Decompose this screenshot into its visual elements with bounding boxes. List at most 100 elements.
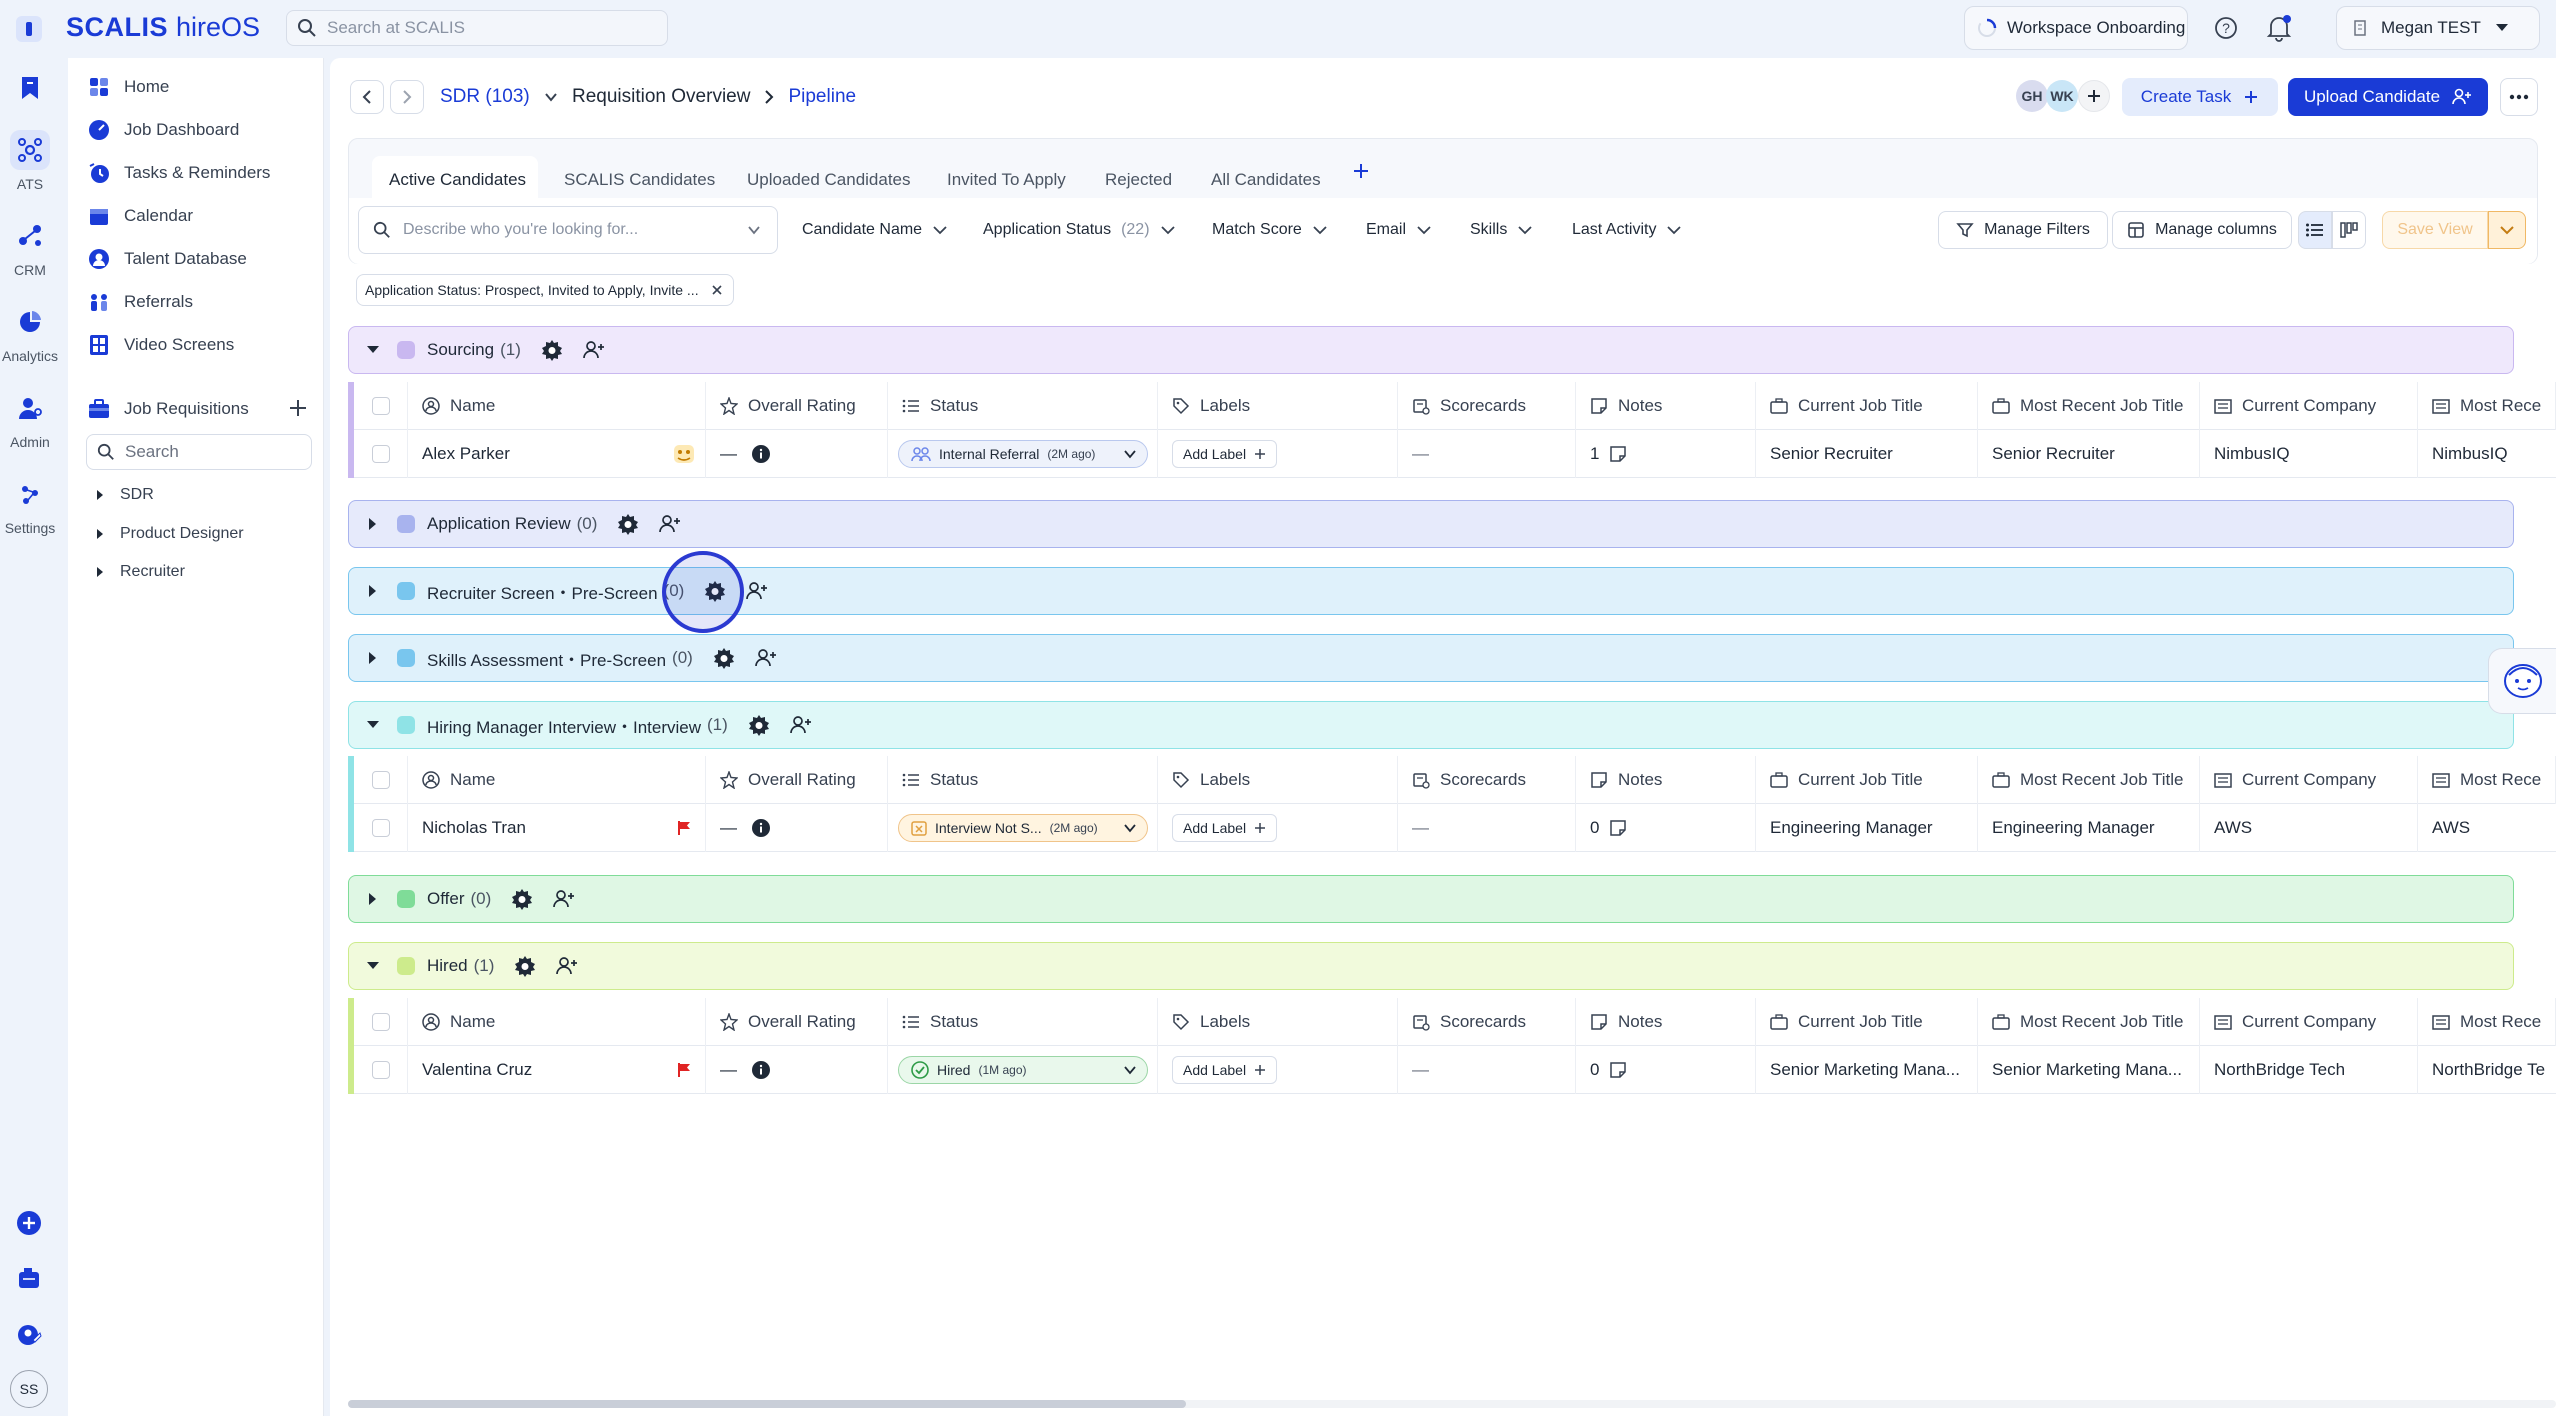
column-header-most-recent-job-title[interactable]: Most Recent Job Title [1978, 382, 2200, 430]
column-header-most-recent-company[interactable]: Most Rece [2418, 382, 2556, 430]
forward-button[interactable] [390, 80, 424, 114]
column-header-notes[interactable]: Notes [1576, 998, 1756, 1046]
save-view-button[interactable]: Save View [2382, 211, 2488, 249]
tab-scalis-candidates[interactable]: SCALIS Candidates [564, 160, 715, 200]
add-user-icon[interactable] [659, 514, 681, 534]
notification-bell-icon[interactable] [2266, 14, 2292, 42]
column-header-overall-rating[interactable]: Overall Rating [706, 998, 888, 1046]
column-header-labels[interactable]: Labels [1158, 756, 1398, 804]
candidate-name[interactable]: Alex Parker [408, 430, 706, 478]
message-icon[interactable] [16, 1266, 42, 1292]
column-header-overall-rating[interactable]: Overall Rating [706, 756, 888, 804]
column-header-scorecards[interactable]: Scorecards [1398, 998, 1576, 1046]
requisition-item-product-designer[interactable]: Product Designer [96, 525, 244, 543]
user-menu-button[interactable]: Megan TEST [2336, 6, 2540, 50]
column-header-current-job-title[interactable]: Current Job Title [1756, 382, 1978, 430]
breadcrumb-pipeline[interactable]: Pipeline [788, 86, 856, 108]
filter-skills[interactable]: Skills [1470, 218, 1533, 242]
add-member-button[interactable] [2078, 80, 2110, 112]
add-label-button[interactable]: Add Label [1172, 814, 1278, 842]
workspace-onboarding-button[interactable]: Workspace Onboarding [1964, 6, 2188, 50]
sidebar-toggle-icon[interactable] [16, 16, 42, 42]
filter-match-score[interactable]: Match Score [1212, 218, 1328, 242]
filter-application-status[interactable]: Application Status (22) [983, 218, 1176, 242]
table-row[interactable]: Alex Parker — Internal Referral (2M ago) Add… [354, 430, 2556, 478]
user-avatar[interactable]: SS [10, 1370, 48, 1408]
stage-header[interactable]: Skills Assessment・Pre-Screen (0) [348, 634, 2514, 682]
row-checkbox[interactable] [354, 804, 408, 852]
filter-email[interactable]: Email [1366, 218, 1432, 242]
add-user-icon[interactable] [556, 956, 578, 976]
rail-item-bookmark[interactable] [0, 68, 60, 108]
global-search-input[interactable]: Search at SCALIS [286, 10, 668, 46]
manage-columns-button[interactable]: Manage columns [2112, 211, 2292, 249]
column-header-most-recent-job-title[interactable]: Most Recent Job Title [1978, 756, 2200, 804]
column-header-scorecards[interactable]: Scorecards [1398, 756, 1576, 804]
column-header-status[interactable]: Status [888, 756, 1158, 804]
more-options-button[interactable] [2500, 78, 2538, 116]
column-header-current-company[interactable]: Current Company [2200, 382, 2418, 430]
ai-search-input[interactable]: Describe who you're looking for... [358, 206, 778, 254]
app-logo[interactable]: SCALIS hireOS [66, 12, 260, 43]
notes-cell[interactable]: 1 [1576, 430, 1756, 478]
notes-cell[interactable]: 0 [1576, 1046, 1756, 1094]
column-header-name[interactable]: Name [408, 998, 706, 1046]
tab-active-candidates[interactable]: Active Candidates [389, 160, 526, 200]
filter-last-activity[interactable]: Last Activity [1572, 218, 1682, 242]
column-header-current-job-title[interactable]: Current Job Title [1756, 998, 1978, 1046]
column-header-most-recent-company[interactable]: Most Rece [2418, 998, 2556, 1046]
info-icon[interactable] [751, 1060, 771, 1080]
info-icon[interactable] [751, 818, 771, 838]
add-label-button[interactable]: Add Label [1172, 440, 1278, 468]
column-header-current-company[interactable]: Current Company [2200, 756, 2418, 804]
create-task-button[interactable]: Create Task [2122, 78, 2278, 116]
back-button[interactable] [350, 80, 384, 114]
tab-rejected[interactable]: Rejected [1105, 160, 1172, 200]
add-user-icon[interactable] [746, 581, 768, 601]
column-header-status[interactable]: Status [888, 998, 1158, 1046]
scrollbar-thumb[interactable] [348, 1400, 1186, 1408]
sidebar-job-requisitions[interactable]: Job Requisitions [86, 396, 249, 422]
column-header-labels[interactable]: Labels [1158, 998, 1398, 1046]
active-filter-chip[interactable]: Application Status: Prospect, Invited to… [356, 274, 734, 306]
stage-header[interactable]: Application Review (0) [348, 500, 2514, 548]
gear-icon[interactable] [541, 339, 563, 361]
status-dropdown[interactable]: Internal Referral (2M ago) [898, 440, 1148, 468]
requisition-search-input[interactable]: Search [86, 434, 312, 470]
manage-filters-button[interactable]: Manage Filters [1938, 211, 2108, 249]
caret-down-icon[interactable] [349, 345, 397, 355]
list-view-toggle[interactable] [2298, 211, 2332, 249]
status-dropdown[interactable]: Hired (1M ago) [898, 1056, 1148, 1084]
rail-item-ats[interactable]: ATS [0, 130, 60, 192]
rail-item-settings[interactable]: Settings [0, 474, 60, 536]
table-row[interactable]: Nicholas Tran — Interview Not S... (2M ago)… [354, 804, 2556, 852]
board-view-toggle[interactable] [2332, 211, 2366, 249]
column-header-notes[interactable]: Notes [1576, 382, 1756, 430]
sidebar-item-tasks[interactable]: Tasks & Reminders [86, 160, 270, 186]
gear-icon[interactable] [514, 955, 536, 977]
select-all-checkbox[interactable] [354, 756, 408, 804]
add-requisition-icon[interactable] [288, 398, 308, 418]
rail-item-admin[interactable]: Admin [0, 388, 60, 450]
sidebar-item-calendar[interactable]: Calendar [86, 203, 193, 229]
add-tab-icon[interactable] [1352, 162, 1370, 180]
requisition-item-recruiter[interactable]: Recruiter [96, 563, 185, 581]
caret-right-icon[interactable] [349, 892, 397, 906]
add-user-icon[interactable] [754, 648, 777, 668]
tab-invited-to-apply[interactable]: Invited To Apply [947, 160, 1066, 200]
select-all-checkbox[interactable] [354, 382, 408, 430]
stage-header[interactable]: Sourcing (1) [348, 326, 2514, 374]
stage-header[interactable]: Hired (1) [348, 942, 2514, 990]
rail-item-crm[interactable]: CRM [0, 216, 60, 278]
sidebar-item-home[interactable]: Home [86, 74, 169, 100]
candidate-name[interactable]: Valentina Cruz [408, 1046, 706, 1094]
gear-icon[interactable] [748, 714, 770, 736]
select-all-checkbox[interactable] [354, 998, 408, 1046]
add-circle-icon[interactable] [16, 1210, 42, 1236]
upload-candidate-button[interactable]: Upload Candidate [2288, 78, 2488, 116]
sidebar-item-video-screens[interactable]: Video Screens [86, 332, 234, 358]
close-icon[interactable] [711, 284, 723, 296]
caret-down-icon[interactable] [349, 720, 397, 730]
caret-right-icon[interactable] [349, 651, 397, 665]
rail-item-analytics[interactable]: Analytics [0, 302, 60, 364]
